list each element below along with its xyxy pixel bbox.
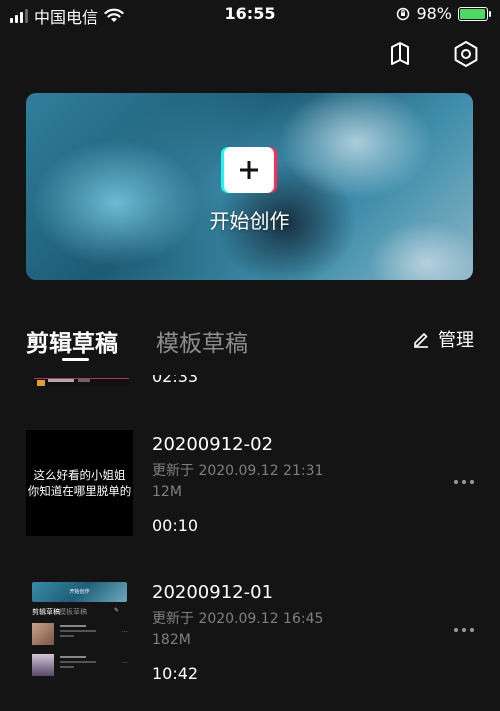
draft-duration: 10:42 — [152, 664, 199, 683]
mini-more: ··· — [122, 660, 128, 667]
status-bar: 中国电信 16:55 98% — [0, 0, 500, 28]
tab-template-drafts[interactable]: 模板草稿 — [156, 324, 248, 358]
list-item-partial[interactable]: 02:33 — [26, 375, 473, 389]
draft-thumbnail: 开始创作 剪辑草稿 模板草稿 ✎ ··· ··· — [26, 578, 133, 684]
mini-more: ··· — [122, 629, 128, 636]
top-toolbar — [386, 40, 480, 68]
mini-tab-active: 剪辑草稿 — [32, 608, 60, 616]
mini-line — [60, 656, 86, 658]
draft-size: 12M — [152, 484, 182, 500]
draft-updated-time: 更新于 2020.09.12 16:45 — [152, 611, 324, 627]
status-right: 98% — [396, 4, 491, 23]
mini-line — [60, 661, 96, 663]
mini-line — [60, 635, 74, 637]
settings-icon[interactable] — [452, 40, 480, 68]
mini-banner: 开始创作 — [32, 582, 127, 602]
pencil-icon — [414, 333, 428, 348]
manage-button[interactable]: 管理 — [412, 326, 474, 352]
draft-size: 182M — [152, 632, 191, 648]
start-creation-card[interactable]: 开始创作 — [26, 93, 473, 280]
mini-line — [60, 666, 74, 668]
active-tab-indicator — [62, 358, 89, 361]
add-project-button[interactable] — [224, 147, 274, 193]
battery-percent: 98% — [416, 4, 452, 23]
tutorial-book-icon[interactable] — [386, 40, 414, 68]
mini-line — [60, 625, 86, 627]
plus-icon — [240, 161, 258, 179]
more-options-icon[interactable] — [454, 480, 474, 484]
draft-duration: 00:10 — [152, 516, 199, 535]
list-item[interactable]: 开始创作 剪辑草稿 模板草稿 ✎ ··· ··· 20200912-01 更新于… — [0, 578, 500, 688]
manage-label: 管理 — [438, 330, 474, 351]
draft-tabs: 剪辑草稿 模板草稿 管理 — [26, 320, 474, 361]
tab-edit-drafts[interactable]: 剪辑草稿 — [26, 324, 118, 358]
thumbnail-caption: 这么好看的小姐姐 你知道在哪里脱单的 — [27, 468, 132, 498]
more-options-icon[interactable] — [454, 628, 474, 632]
mini-manage: ✎ — [114, 607, 120, 614]
mini-row-thumb — [32, 623, 54, 645]
list-item[interactable]: 这么好看的小姐姐 你知道在哪里脱单的 20200912-02 更新于 2020.… — [0, 430, 500, 540]
draft-thumbnail: 这么好看的小姐姐 你知道在哪里脱单的 — [26, 430, 133, 536]
battery-icon — [458, 6, 491, 21]
start-creation-label: 开始创作 — [209, 209, 290, 233]
orientation-lock-icon — [397, 7, 410, 20]
draft-thumbnail — [34, 378, 129, 387]
mini-tab-inactive: 模板草稿 — [59, 608, 87, 616]
draft-list: 02:33 这么好看的小姐姐 你知道在哪里脱单的 20200912-02 更新于… — [0, 375, 500, 711]
draft-duration: 02:33 — [152, 375, 199, 386]
mini-banner-label: 开始创作 — [69, 589, 90, 595]
mini-row-thumb — [32, 654, 54, 676]
mini-line — [60, 630, 96, 632]
battery-fill — [460, 8, 486, 19]
draft-updated-time: 更新于 2020.09.12 21:31 — [152, 463, 324, 479]
draft-title: 20200912-02 — [152, 434, 274, 455]
draft-title: 20200912-01 — [152, 582, 274, 603]
